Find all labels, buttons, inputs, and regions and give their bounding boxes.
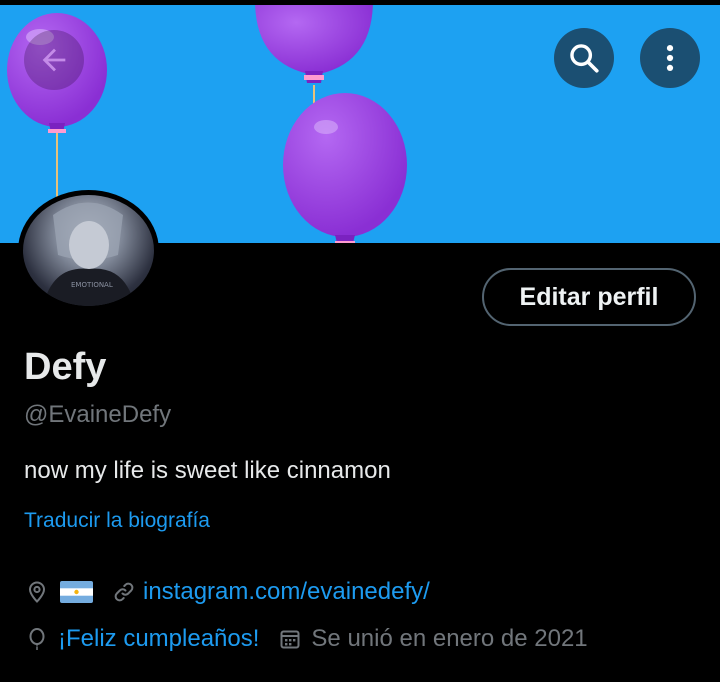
more-options-button[interactable]	[640, 28, 700, 88]
avatar-image: EMOTIONAL	[23, 195, 154, 306]
arrow-left-icon	[42, 48, 66, 72]
profile-handle: @EvaineDefy	[24, 401, 172, 428]
link-icon	[111, 579, 137, 605]
website-link[interactable]: instagram.com/evainedefy/	[143, 578, 430, 606]
translate-bio-link[interactable]: Traducir la biografía	[24, 509, 210, 533]
profile-avatar[interactable]: EMOTIONAL	[18, 190, 159, 311]
svg-text:EMOTIONAL: EMOTIONAL	[71, 281, 113, 289]
profile-name: Defy	[24, 346, 107, 388]
profile-meta-row-1: instagram.com/evainedefy/	[24, 578, 430, 606]
profile-bio: now my life is sweet like cinnamon	[24, 457, 391, 484]
birthday-link[interactable]: ¡Feliz cumpleaños!	[58, 625, 259, 653]
location-pin-icon	[24, 579, 50, 605]
profile-meta-row-2: ¡Feliz cumpleaños! Se unió en enero de 2…	[24, 625, 588, 653]
joined-date: Se unió en enero de 2021	[311, 625, 588, 652]
balloon-icon	[24, 626, 50, 652]
search-icon	[570, 44, 599, 73]
argentina-flag-icon	[60, 581, 93, 603]
edit-profile-button[interactable]: Editar perfil	[482, 268, 696, 326]
search-button[interactable]	[554, 28, 614, 88]
more-vertical-icon	[666, 44, 674, 72]
calendar-icon	[277, 626, 303, 652]
back-button[interactable]	[24, 30, 84, 90]
